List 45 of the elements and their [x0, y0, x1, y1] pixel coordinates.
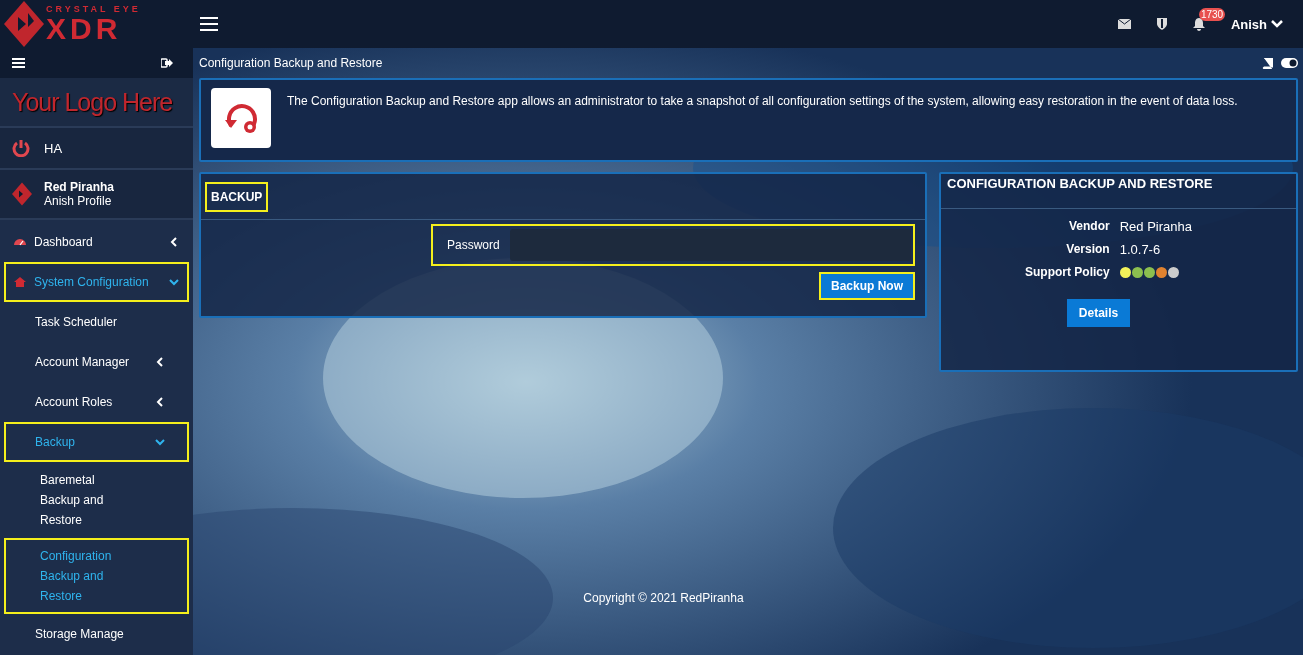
nav-item[interactable]: Backup [4, 422, 189, 462]
nav-item[interactable]: Task Scheduler [4, 302, 189, 342]
nav-item[interactable]: Dashboard [4, 222, 189, 262]
nav-item[interactable]: Configuration Backup and Restore [4, 538, 189, 614]
profile-name: Anish Profile [44, 194, 113, 208]
backup-now-button[interactable]: Backup Now [819, 272, 915, 300]
version-value: 1.0.7-6 [1119, 242, 1162, 257]
vendor-label: Vendor [1068, 219, 1110, 234]
brand-name: XDR [46, 13, 122, 44]
description-text: The Configuration Backup and Restore app allows an administrator to take a snapshot of all configuration settings of the system, allowing easy restoration in the event of data loss. [287, 94, 1238, 110]
user-menu[interactable]: Anish [1230, 16, 1283, 32]
toggle-icon[interactable] [1281, 58, 1298, 68]
details-button[interactable]: Details [1066, 299, 1131, 327]
vendor-value: Red Piranha [1119, 219, 1192, 234]
bell-icon[interactable] [1192, 17, 1205, 31]
version-label: Version [1065, 242, 1110, 257]
ha-row[interactable]: HA [0, 128, 193, 170]
password-field[interactable] [509, 229, 911, 261]
card-title: CONFIGURATION BACKUP AND RESTORE [946, 175, 1213, 191]
diamond-logo-icon [12, 181, 32, 207]
envelope-icon[interactable] [1117, 19, 1131, 29]
nav-item[interactable]: System Configuration [4, 262, 189, 302]
sign-out-icon[interactable] [161, 58, 173, 68]
power-icon [12, 139, 30, 157]
caret-icon [1271, 20, 1283, 28]
nav-item[interactable]: Account Roles [4, 382, 189, 422]
nav-item[interactable]: Storage Manage [4, 614, 189, 654]
gauge-icon [14, 237, 26, 247]
card-title: BACKUP [205, 181, 269, 212]
support-policy-label: Support Policy [1025, 265, 1110, 279]
ha-label: HA [44, 140, 63, 156]
menu-icon[interactable] [12, 58, 25, 68]
brand-tagline: CRYSTAL EYE [46, 4, 141, 14]
password-label: Password [447, 238, 500, 252]
menu-icon[interactable] [200, 17, 218, 31]
shield-icon[interactable] [1156, 18, 1167, 30]
page-title: Configuration Backup and Restore [199, 56, 384, 70]
logo-text: Your Logo Here [12, 87, 173, 117]
app-icon [211, 88, 271, 148]
copyright-text: Copyright © 2021 RedPiranha [583, 591, 744, 605]
company-name: Red Piranha [44, 180, 115, 194]
notification-badge: 1730 [1198, 7, 1226, 21]
nav-item[interactable]: Account Manager [4, 342, 189, 382]
home-icon [14, 277, 26, 287]
nav-item[interactable]: Baremetal Backup and Restore [4, 462, 189, 538]
